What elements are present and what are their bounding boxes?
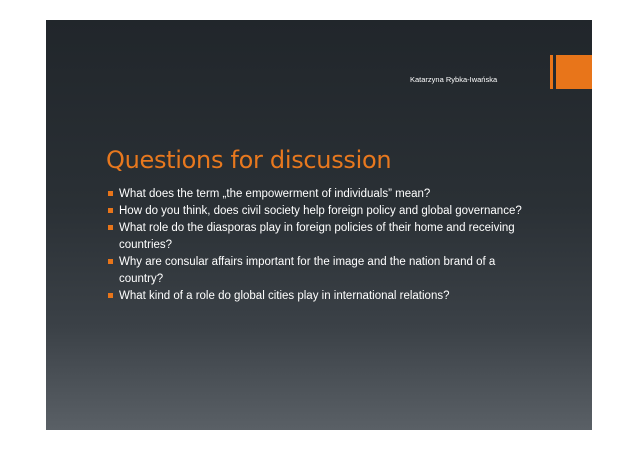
bullet-square-icon [108,208,113,213]
slide-title: Questions for discussion [106,146,392,174]
bullet-text: How do you think, does civil society hel… [119,205,522,217]
slide: Katarzyna Rybka-Iwańska Questions for di… [46,20,592,430]
bullet-text: What does the term „the empowerment of i… [119,188,431,200]
author-name: Katarzyna Rybka-Iwańska [410,75,498,84]
bullet-item: What kind of a role do global cities pla… [108,288,528,305]
bullet-text: Why are consular affairs important for t… [119,256,496,285]
bullet-item: How do you think, does civil society hel… [108,203,528,220]
bullet-square-icon [108,259,113,264]
bullet-item: Why are consular affairs important for t… [108,254,528,288]
bullet-square-icon [108,293,113,298]
bullet-item: What role do the diasporas play in forei… [108,220,528,254]
bullet-text: What kind of a role do global cities pla… [119,290,450,302]
accent-block [556,55,592,89]
accent-bar [550,55,553,89]
bullet-square-icon [108,225,113,230]
bullet-item: What does the term „the empowerment of i… [108,186,528,203]
bullet-square-icon [108,191,113,196]
bullet-text: What role do the diasporas play in forei… [119,222,515,251]
bullet-list: What does the term „the empowerment of i… [108,186,528,305]
